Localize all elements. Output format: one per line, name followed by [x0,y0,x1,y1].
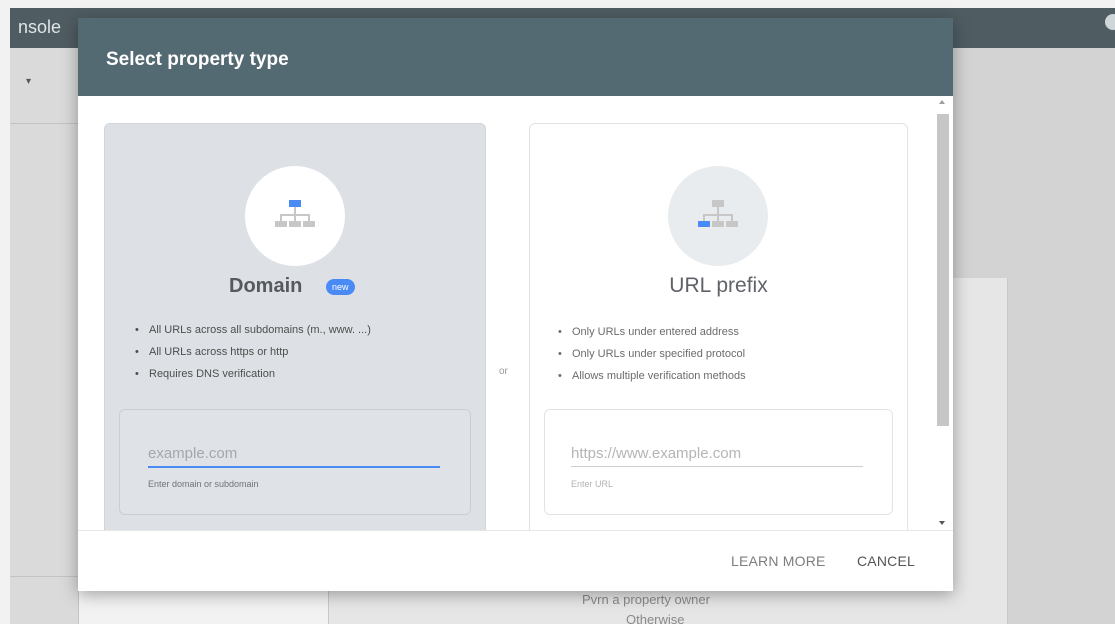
list-item: Only URLs under specified protocol [556,343,746,365]
domain-input-container: Enter domain or subdomain [119,409,471,515]
sidebar-divider [10,123,78,124]
property-dropdown-icon: ▾ [26,76,32,87]
url-input[interactable] [571,440,863,467]
cancel-button[interactable]: CANCEL [857,553,915,569]
dialog-scrollbar[interactable] [935,96,951,530]
list-item: Requires DNS verification [133,363,371,385]
domain-option-card[interactable]: Domain new All URLs across all subdomain… [104,123,486,530]
app-title: nsole [18,17,62,37]
list-item: All URLs across all subdomains (m., www.… [133,319,371,341]
list-item: All URLs across https or http [133,341,371,363]
background-text: Otherwise [626,612,685,627]
sitemap-icon [275,200,315,227]
dialog-body: Domain new All URLs across all subdomain… [78,96,953,530]
background-text: Pvrn a property owner [582,592,710,607]
url-helper-text: Enter URL [571,479,614,489]
or-separator: or [499,366,508,377]
new-badge: new [326,279,355,295]
list-item: Only URLs under entered address [556,321,746,343]
domain-input[interactable] [148,440,440,468]
domain-icon-circle [245,166,345,266]
url-prefix-title: URL prefix [669,274,768,297]
dialog-title: Select property type [106,49,289,70]
list-item: Allows multiple verification methods [556,365,746,387]
learn-more-button[interactable]: LEARN MORE [731,553,826,569]
scrollbar-thumb[interactable] [937,114,949,426]
domain-title: Domain [229,275,303,297]
sitemap-icon [698,200,738,227]
url-input-container: Enter URL [544,409,893,515]
scroll-up-arrow-icon[interactable] [939,100,945,104]
url-prefix-feature-list: Only URLs under entered address Only URL… [556,321,746,387]
account-avatar [1105,14,1115,30]
dialog-footer: LEARN MORE CANCEL [78,530,953,591]
url-prefix-option-card[interactable]: URL prefix Only URLs under entered addre… [529,123,908,530]
sidebar [10,48,79,624]
scroll-down-arrow-icon[interactable] [939,521,945,525]
url-prefix-icon-circle [668,166,768,266]
select-property-dialog: Select property type Domain new • All UR… [78,18,953,591]
dialog-header: Select property type [78,18,953,96]
domain-helper-text: Enter domain or subdomain [148,479,259,489]
domain-feature-list: All URLs across all subdomains (m., www.… [133,319,371,385]
